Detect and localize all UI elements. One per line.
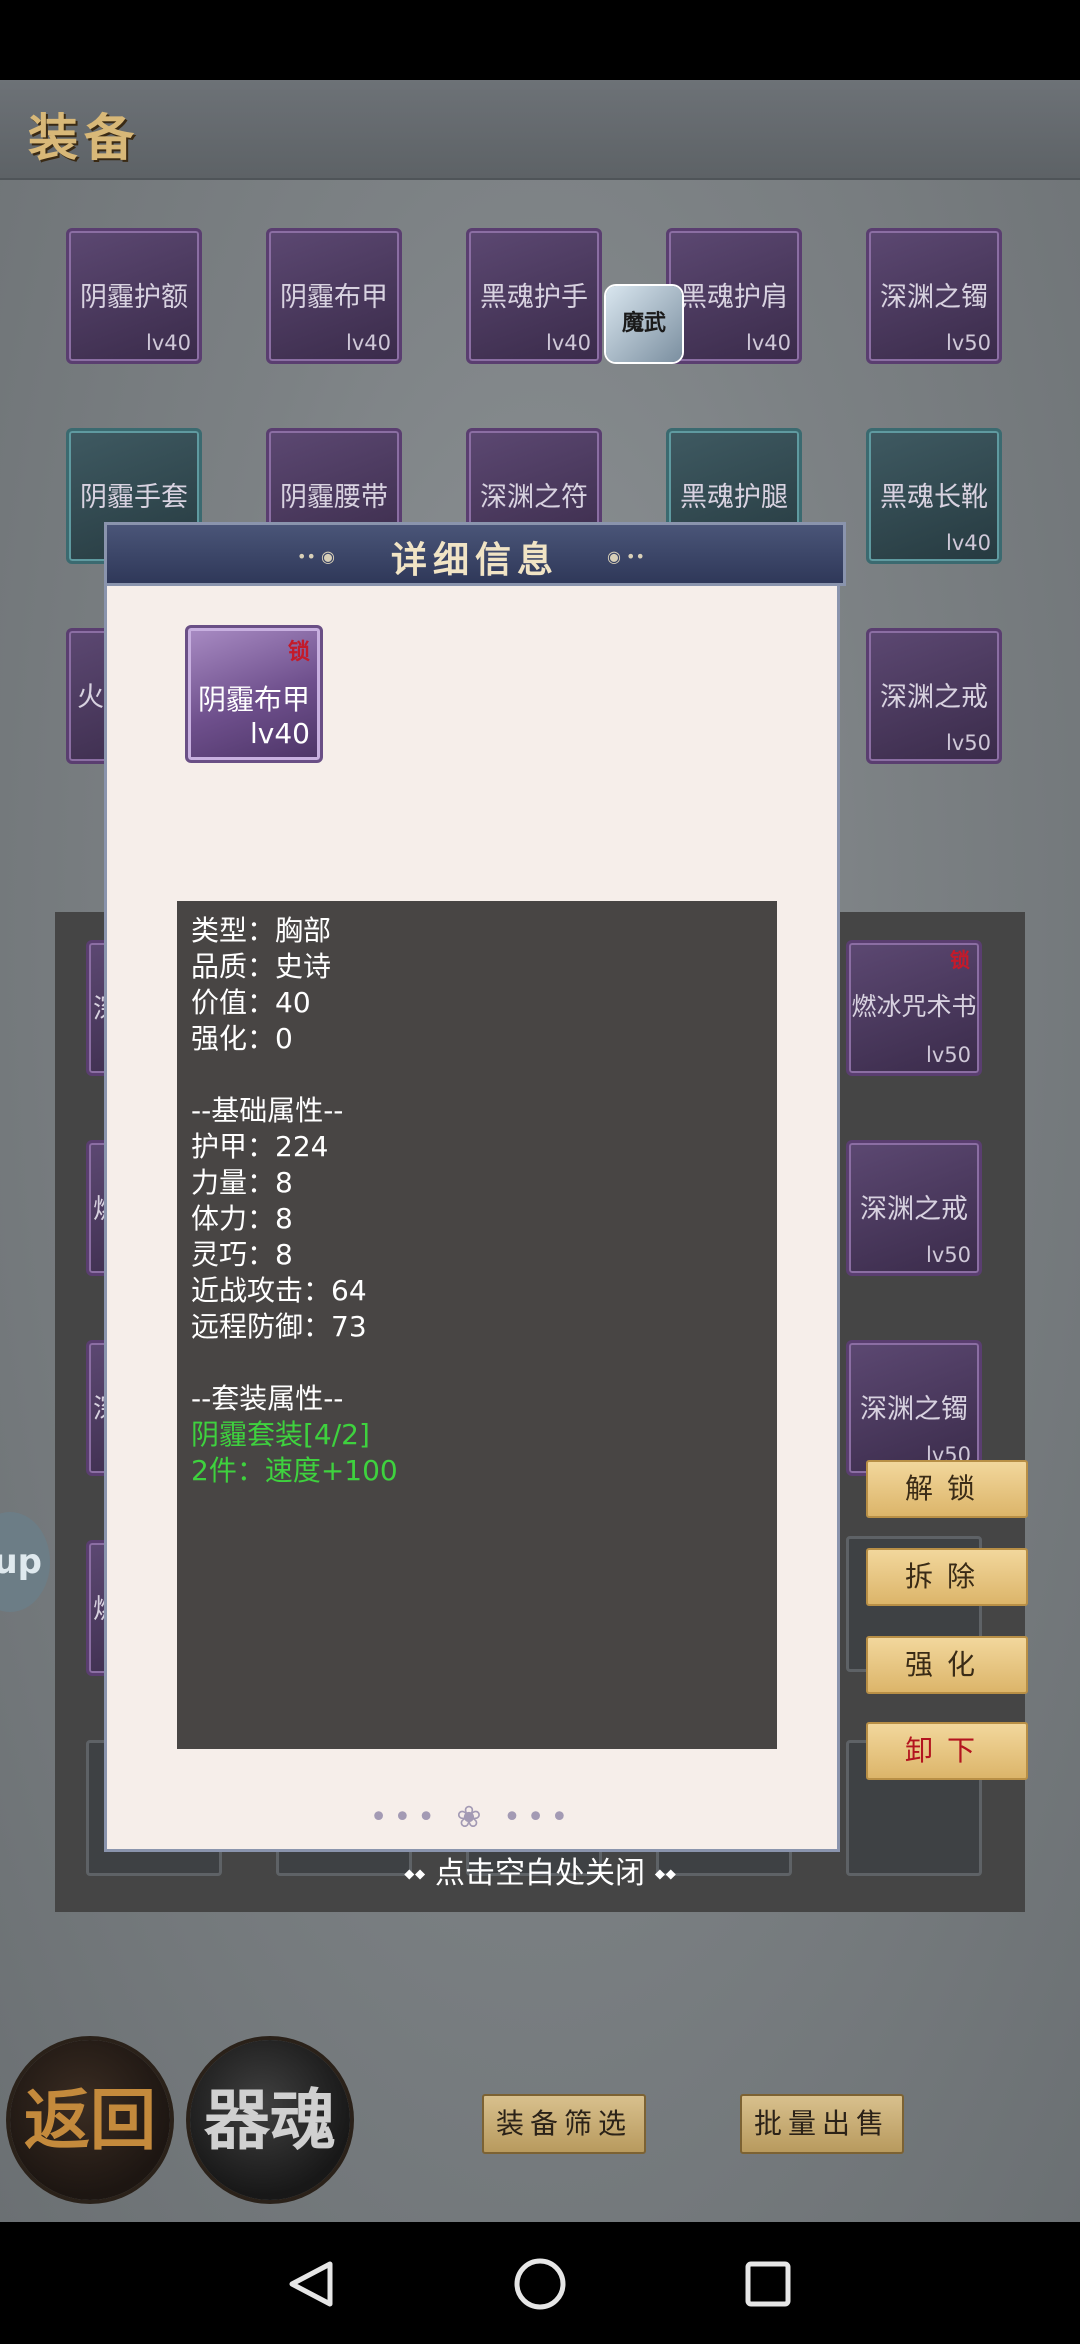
- page-title: 装备: [28, 108, 140, 167]
- bag-item-level: lv50: [926, 1043, 971, 1067]
- level-up-bubble[interactable]: up: [0, 1512, 50, 1612]
- hint-ornament-right-icon: ⬩⬩: [645, 1856, 677, 1891]
- info-line: 力量：8: [191, 1166, 293, 1199]
- lock-icon: 锁: [950, 948, 970, 972]
- equip-slot-chest[interactable]: 阴霾布甲 lv40: [266, 228, 402, 364]
- item-info-box: 类型：胸部 品质：史诗 价值：40 强化：0 --基础属性-- 护甲：224 力量：8 体力：…: [177, 901, 777, 1749]
- back-nav-icon[interactable]: [289, 2261, 333, 2307]
- lotus-ornament-icon: ••• ❀ •••: [369, 1800, 575, 1835]
- info-line: 价值：40: [191, 986, 311, 1019]
- equip-slot-bracelet[interactable]: 深渊之镯 lv50: [866, 228, 1002, 364]
- bulk-sell-button[interactable]: 批量出售: [740, 2094, 904, 2154]
- bag-item-name: 燃冰咒术书: [851, 992, 977, 1021]
- home-nav-icon[interactable]: [514, 2258, 566, 2310]
- close-hint: ⬩⬩ 点击空白处关闭 ⬩⬩: [0, 1848, 1080, 1892]
- info-line: 近战攻击：64: [191, 1274, 367, 1307]
- equip-name: 阴霾腰带: [280, 482, 388, 513]
- info-line: 体力：8: [191, 1202, 293, 1235]
- info-line: 2件：速度+100: [191, 1454, 398, 1487]
- equip-name: 深渊之镯: [880, 282, 988, 313]
- info-line: 灵巧：8: [191, 1238, 293, 1271]
- back-button[interactable]: 返回: [10, 2040, 170, 2200]
- hint-ornament-left-icon: ⬩⬩: [403, 1856, 435, 1891]
- header-bar: 装备: [0, 80, 1080, 180]
- equip-level: lv40: [746, 331, 791, 355]
- bag-item[interactable]: 深渊之镯 lv50: [846, 1340, 982, 1476]
- item-preview: 锁 阴霾布甲 lv40: [185, 625, 323, 763]
- floating-avatar-icon[interactable]: 魔武: [606, 286, 682, 362]
- equip-name: 黑魂护肩: [680, 282, 788, 313]
- bag-item-name: 深渊之镯: [860, 1394, 968, 1425]
- equip-name: 黑魂长靴: [880, 482, 988, 513]
- equip-slot-shoulders[interactable]: 黑魂护肩 lv40: [666, 228, 802, 364]
- equip-level: lv40: [546, 331, 591, 355]
- unlock-button[interactable]: 解锁: [866, 1460, 1028, 1518]
- equip-slot-boots[interactable]: 黑魂长靴 lv40: [866, 428, 1002, 564]
- equip-level: lv40: [946, 531, 991, 555]
- equip-name: 阴霾布甲: [280, 282, 388, 313]
- bag-item-level: lv50: [926, 1243, 971, 1267]
- unequip-button[interactable]: 卸下: [866, 1722, 1028, 1780]
- close-hint-text: 点击空白处关闭: [435, 1856, 645, 1891]
- equip-name: 深渊之戒: [880, 682, 988, 713]
- recents-nav-icon[interactable]: [745, 2261, 791, 2307]
- info-line: 远程防御：73: [191, 1310, 367, 1343]
- info-line: 护甲：224: [191, 1130, 329, 1163]
- info-line: 类型：胸部: [191, 914, 332, 947]
- item-preview-level: lv40: [250, 717, 310, 750]
- info-line: --套装属性--: [191, 1382, 344, 1415]
- info-line: 品质：史诗: [191, 950, 332, 983]
- soul-button[interactable]: 器魂: [190, 2040, 350, 2200]
- enhance-button[interactable]: 强化: [866, 1636, 1028, 1694]
- system-nav-bar: [0, 2222, 1080, 2340]
- equip-level: lv40: [146, 331, 191, 355]
- dialog-title: 详细信息: [390, 539, 559, 581]
- bag-item-name: 深渊之戒: [860, 1194, 968, 1225]
- equip-level: lv40: [346, 331, 391, 355]
- dismantle-button[interactable]: 拆除: [866, 1548, 1028, 1606]
- title-ornament-right-icon: ◉ ••: [607, 547, 645, 566]
- info-line: 阴霾套装[4/2]: [191, 1418, 370, 1451]
- equipment-filter-button[interactable]: 装备筛选: [482, 2094, 646, 2154]
- detail-dialog: •• ◉ 详细信息 ◉ •• 锁 阴霾布甲 lv40 类型：胸部 品质：史诗 价值：…: [104, 522, 846, 1852]
- equip-slot-ring[interactable]: 深渊之戒 lv50: [866, 628, 1002, 764]
- equip-level: lv50: [946, 331, 991, 355]
- bag-item[interactable]: 深渊之戒 lv50: [846, 1140, 982, 1276]
- game-screen: 装备 阴霾护额 lv40 阴霾布甲 lv40 黑魂护手 lv40 黑魂护肩 lv…: [0, 80, 1080, 2222]
- equip-level: lv50: [946, 731, 991, 755]
- equip-name: 黑魂护手: [480, 282, 588, 313]
- dialog-titlebar: •• ◉ 详细信息 ◉ ••: [104, 522, 846, 586]
- lock-icon: 锁: [287, 640, 310, 665]
- status-bar: [0, 0, 1080, 80]
- equip-name: 阴霾护额: [80, 282, 188, 313]
- equip-name: 黑魂护腿: [680, 482, 788, 513]
- nav-icons: [289, 2258, 791, 2310]
- info-line: --基础属性--: [191, 1094, 344, 1127]
- info-line: 强化：0: [191, 1022, 293, 1055]
- bag-item[interactable]: 锁 燃冰咒术书 lv50: [846, 940, 982, 1076]
- equip-name: 阴霾手套: [80, 482, 188, 513]
- equip-slot-hands[interactable]: 黑魂护手 lv40: [466, 228, 602, 364]
- equip-slot-head[interactable]: 阴霾护额 lv40: [66, 228, 202, 364]
- equip-name: 深渊之符: [480, 482, 588, 513]
- item-preview-name: 阴霾布甲: [197, 683, 310, 716]
